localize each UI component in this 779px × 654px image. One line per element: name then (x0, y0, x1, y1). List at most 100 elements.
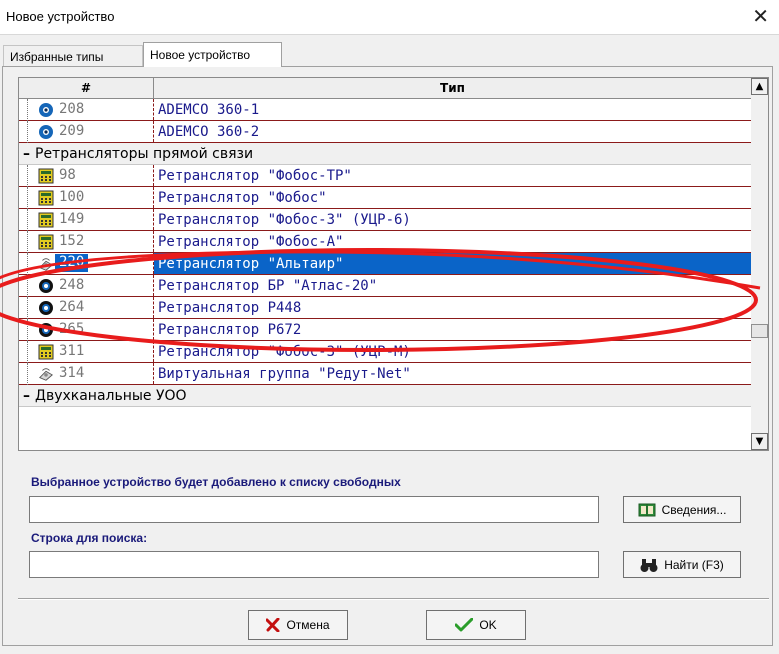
scroll-thumb[interactable] (751, 324, 768, 338)
number-cell: 98 (19, 165, 154, 187)
binoculars-icon (640, 558, 658, 572)
table-row[interactable]: 265 Ретранслятор P672 (19, 319, 751, 341)
tree-line (27, 341, 28, 363)
device-type-cell: Ретранслятор "Фобос-3" (УЦР-М) (154, 341, 751, 362)
column-header-number[interactable]: # (19, 78, 154, 99)
device-type-cell: ADEMCO 360-2 (154, 121, 751, 142)
table-row[interactable]: 149 Ретранслятор "Фобос-3" (УЦР-6) (19, 209, 751, 231)
device-type-cell: ADEMCO 360-1 (154, 99, 751, 120)
group-row[interactable]: – Ретрансляторы прямой связи (19, 143, 751, 165)
scroll-up-button[interactable]: ▲ (751, 78, 768, 95)
collapse-toggle-icon[interactable]: – (23, 388, 35, 404)
group-label: Ретрансляторы прямой связи (35, 145, 254, 162)
device-type-cell: Ретранслятор P448 (154, 297, 751, 318)
dialog-client: Избранные типы Новое устройство # Тип 20… (0, 34, 779, 654)
number-cell: 248 (19, 275, 154, 297)
number-cell: 152 (19, 231, 154, 253)
device-number: 220 (55, 254, 89, 272)
table-row[interactable]: 209 ADEMCO 360-2 (19, 121, 751, 143)
number-cell: 311 (19, 341, 154, 363)
table-row[interactable]: 98 Ретранслятор "Фобос-ТР" (19, 165, 751, 187)
device-number: 208 (59, 101, 85, 117)
window-title: Новое устройство (6, 9, 115, 24)
collapse-toggle-icon[interactable]: – (23, 146, 35, 162)
device-type-cell: Ретранслятор "Альтаир" (154, 253, 751, 274)
cross-icon (266, 618, 280, 632)
number-cell: 208 (19, 99, 154, 121)
book-icon (638, 503, 656, 516)
search-input[interactable] (29, 551, 599, 578)
details-button[interactable]: Сведения... (623, 496, 741, 523)
tree-line (27, 209, 28, 231)
checkmark-icon (455, 618, 474, 632)
table-row[interactable]: 264 Ретранслятор P448 (19, 297, 751, 319)
eye-icon (38, 322, 54, 338)
device-number: 152 (59, 233, 85, 249)
find-button[interactable]: Найти (F3) (623, 551, 741, 578)
device-number: 209 (59, 123, 85, 139)
number-cell: 314 (19, 363, 154, 385)
panel-icon (38, 212, 54, 228)
tree-line (27, 319, 28, 341)
table-row[interactable]: 152 Ретранслятор "Фобос-А" (19, 231, 751, 253)
table-row[interactable]: 314 Виртуальная группа "Редут-Net" (19, 363, 751, 385)
tree-line (27, 275, 28, 297)
device-type-grid[interactable]: # Тип 208 ADEMCO 360-1 209 ADEMCO 360-2– Рет… (18, 77, 751, 451)
tree-line (27, 99, 28, 121)
selected-device-label: Выбранное устройство будет добавлено к с… (31, 475, 401, 489)
table-row[interactable]: 208 ADEMCO 360-1 (19, 99, 751, 121)
number-cell: 100 (19, 187, 154, 209)
vertical-scrollbar[interactable]: ▲ ▼ (751, 77, 769, 451)
cancel-button[interactable]: Отмена (248, 610, 348, 640)
blue-globe-icon (38, 124, 54, 140)
device-type-cell: Ретранслятор "Фобос" (154, 187, 751, 208)
cancel-button-label: Отмена (286, 618, 330, 632)
device-number: 311 (59, 343, 85, 359)
device-type-cell: Ретранслятор "Фобос-А" (154, 231, 751, 252)
table-row[interactable]: 248 Ретранслятор БР "Атлас-20" (19, 275, 751, 297)
table-row-selected[interactable]: 220 Ретранслятор "Альтаир" (19, 253, 751, 275)
selected-device-field[interactable] (29, 496, 599, 523)
panel-icon (38, 234, 54, 250)
group-label: Двухканальные УОО (35, 387, 187, 404)
panel-icon (38, 168, 54, 184)
panel-icon (38, 344, 54, 360)
device-number: 264 (59, 299, 85, 315)
column-header-type[interactable]: Тип (154, 78, 751, 99)
device-number: 265 (59, 321, 85, 337)
device-type-cell: Виртуальная группа "Редут-Net" (154, 363, 751, 384)
device-number: 248 (59, 277, 85, 293)
details-button-label: Сведения... (661, 502, 727, 517)
device-type-cell: Ретранслятор БР "Атлас-20" (154, 275, 751, 296)
device-type-cell: Ретранслятор "Фобос-ТР" (154, 165, 751, 186)
number-cell: 264 (19, 297, 154, 319)
number-cell: 209 (19, 121, 154, 143)
close-icon[interactable]: ✕ (752, 4, 769, 28)
device-type-cell: Ретранслятор P672 (154, 319, 751, 340)
title-bar: Новое устройство ✕ (0, 0, 779, 34)
blue-globe-icon (38, 102, 54, 118)
grid-rows: 208 ADEMCO 360-1 209 ADEMCO 360-2– Ретрансля… (19, 99, 751, 407)
satellite-icon (38, 366, 54, 382)
table-row[interactable]: 311 Ретранслятор "Фобос-3" (УЦР-М) (19, 341, 751, 363)
device-number: 98 (59, 167, 76, 183)
device-number: 100 (59, 189, 85, 205)
device-number: 314 (59, 365, 85, 381)
tab-favorite-types[interactable]: Избранные типы (3, 45, 143, 66)
group-row[interactable]: – Двухканальные УОО (19, 385, 751, 407)
number-cell: 265 (19, 319, 154, 341)
separator (18, 598, 769, 600)
table-row[interactable]: 100 Ретранслятор "Фобос" (19, 187, 751, 209)
eye-icon (38, 278, 54, 294)
find-button-label: Найти (F3) (664, 557, 724, 572)
panel-icon (38, 190, 54, 206)
scroll-down-button[interactable]: ▼ (751, 433, 768, 450)
satellite-icon (38, 256, 54, 272)
tree-line (27, 297, 28, 319)
tree-line (27, 253, 28, 275)
tree-line (27, 187, 28, 209)
ok-button[interactable]: OK (426, 610, 526, 640)
eye-icon (38, 300, 54, 316)
device-type-cell: Ретранслятор "Фобос-3" (УЦР-6) (154, 209, 751, 230)
tab-new-device[interactable]: Новое устройство (143, 42, 282, 67)
